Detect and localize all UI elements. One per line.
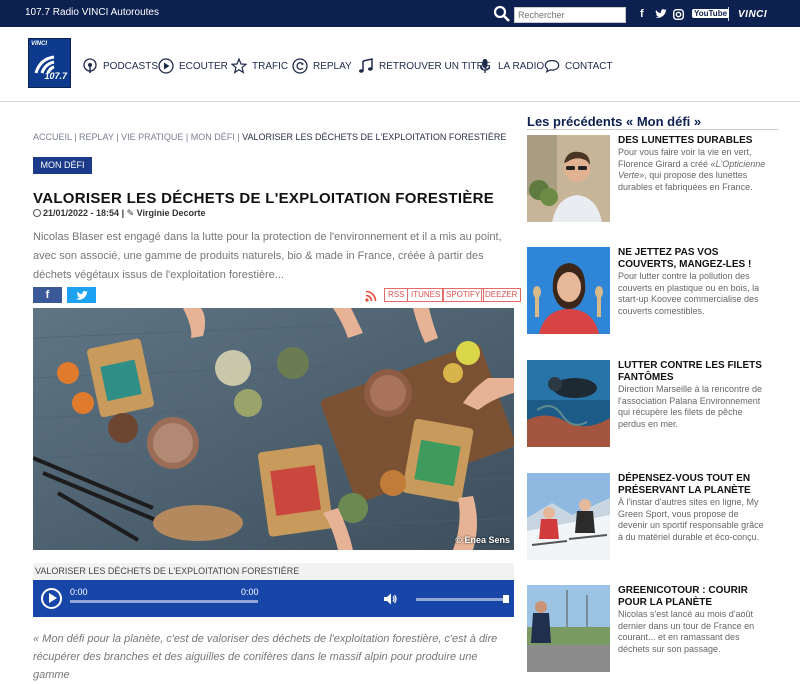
nav-trafic[interactable]: TRAFIC (231, 58, 288, 74)
photo-credit: © Enea Sens (455, 535, 510, 545)
card-description: Nicolas s'est lancé au mois d'août derni… (618, 609, 755, 654)
nav-contact[interactable]: CONTACT (544, 58, 613, 74)
nav-label: RETROUVER UN TITRE (379, 60, 491, 72)
volume-slider[interactable] (416, 598, 509, 601)
card-title[interactable]: NE JETTEZ PAS VOS COUVERTS, MANGEZ-LES ! (618, 247, 773, 271)
play-circle-icon (158, 58, 174, 74)
breadcrumb-accueil[interactable]: ACCUEIL (33, 132, 72, 142)
article-meta: 21/01/2022 - 18:54 | ✎ Virginie Decorte (33, 208, 206, 219)
rss-link[interactable]: RSS (384, 288, 409, 302)
audio-progress-bar[interactable] (70, 600, 258, 603)
card-description: À l'instar d'autres sites en ligne, My G… (618, 497, 764, 542)
nav-la-radio[interactable]: LA RADIO (477, 58, 544, 74)
twitter-icon[interactable] (655, 9, 667, 19)
nav-retrouver-un-titre[interactable]: RETROUVER UN TITRE (358, 58, 491, 74)
category-tag[interactable]: MON DÉFI (33, 157, 92, 174)
clock-icon (33, 209, 41, 217)
youtube-icon[interactable]: YouTube (692, 9, 730, 18)
breadcrumb-vie-pratique[interactable]: VIE PRATIQUE (121, 132, 183, 142)
breadcrumb: ACCUEIL | REPLAY | VIE PRATIQUE | MON DÉ… (33, 132, 507, 142)
share-facebook-button[interactable]: f (33, 287, 62, 303)
nav-label: REPLAY (313, 60, 352, 72)
facebook-icon[interactable]: f (640, 8, 644, 20)
radio-logo[interactable]: VINCI 107.7 (28, 38, 71, 88)
breadcrumb-current: VALORISER LES DÉCHETS DE L'EXPLOITATION … (242, 132, 507, 142)
deezer-link[interactable]: DEEZER (481, 288, 522, 302)
main-header: VINCI 107.7 PODCASTS ECOUTER TRAFIC REPL… (0, 27, 800, 102)
card-title[interactable]: DES LUNETTES DURABLES (618, 135, 773, 147)
rss-icon[interactable] (365, 290, 377, 302)
nav-podcasts[interactable]: PODCASTS (82, 58, 158, 74)
card-thumbnail[interactable] (527, 473, 610, 560)
audio-player: 0:00 0:00 (33, 580, 514, 617)
play-button[interactable] (41, 588, 62, 609)
volume-slider-handle[interactable] (503, 595, 509, 603)
card-thumbnail[interactable] (527, 247, 610, 334)
card-thumbnail[interactable] (527, 135, 610, 222)
duration: 0:00 (241, 587, 259, 597)
search-icon[interactable] (493, 5, 511, 23)
nav-label: LA RADIO (498, 60, 545, 72)
card-description: Pour vous faire voir la vie en vert, Flo… (618, 147, 766, 192)
article-quote: « Mon défi pour la planète, c'est de val… (33, 633, 498, 681)
pencil-icon: ✎ (126, 208, 135, 218)
search-input[interactable] (514, 7, 626, 23)
music-note-icon (359, 58, 373, 73)
article-title: VALORISER LES DÉCHETS DE L'EXPLOITATION … (33, 190, 495, 207)
share-twitter-button[interactable] (67, 287, 96, 303)
twitter-icon (76, 290, 88, 300)
nav-label: ECOUTER (179, 60, 228, 72)
breadcrumb-mon-defi[interactable]: MON DÉFI (191, 132, 235, 142)
star-icon (231, 58, 247, 74)
sidebar-divider (527, 129, 778, 130)
card-title[interactable]: LUTTER CONTRE LES FILETS FANTÔMES (618, 360, 773, 384)
vinci-logo[interactable]: VINCI (738, 9, 767, 20)
volume-icon[interactable] (383, 592, 397, 606)
card-title[interactable]: GREENICOTOUR : COURIR POUR LA PLANÈTE (618, 585, 773, 609)
card-thumbnail[interactable] (527, 585, 610, 672)
replay-icon (292, 58, 308, 74)
instagram-icon[interactable] (673, 9, 684, 20)
nav-label: PODCASTS (103, 60, 159, 72)
article-author[interactable]: Virginie Decorte (137, 208, 206, 218)
chat-icon (544, 59, 560, 74)
breadcrumb-replay[interactable]: REPLAY (79, 132, 114, 142)
sidebar-title: Les précédents « Mon défi » (527, 114, 702, 129)
divider (728, 7, 729, 21)
itunes-link[interactable]: ITUNES (407, 288, 445, 302)
podcast-icon (83, 58, 97, 73)
audio-title: VALORISER LES DÉCHETS DE L'EXPLOITATION … (33, 563, 514, 580)
nav-label: TRAFIC (252, 60, 289, 72)
article-intro: Nicolas Blaser est engagé dans la lutte … (33, 231, 502, 281)
microphone-icon (479, 59, 491, 73)
card-description: Pour lutter contre la pollution des couv… (618, 271, 760, 316)
card-description: Direction Marseille à la rencontre de l'… (618, 384, 763, 429)
top-bar: 107.7 Radio VINCI Autoroutes f YouTube V… (0, 0, 800, 27)
nav-ecouter[interactable]: ECOUTER (158, 58, 228, 74)
nav-label: CONTACT (565, 60, 613, 72)
article-date: 21/01/2022 - 18:54 (43, 208, 120, 218)
card-title[interactable]: DÉPENSEZ-VOUS TOUT EN PRÉSERVANT LA PLAN… (618, 473, 773, 497)
article-photo: © Enea Sens (33, 308, 514, 550)
station-brand[interactable]: 107.7 Radio VINCI Autoroutes (25, 7, 159, 18)
current-time: 0:00 (70, 587, 88, 597)
spotify-link[interactable]: SPOTIFY (442, 288, 485, 302)
facebook-icon: f (45, 289, 50, 301)
nav-replay[interactable]: REPLAY (292, 58, 352, 74)
card-thumbnail[interactable] (527, 360, 610, 447)
